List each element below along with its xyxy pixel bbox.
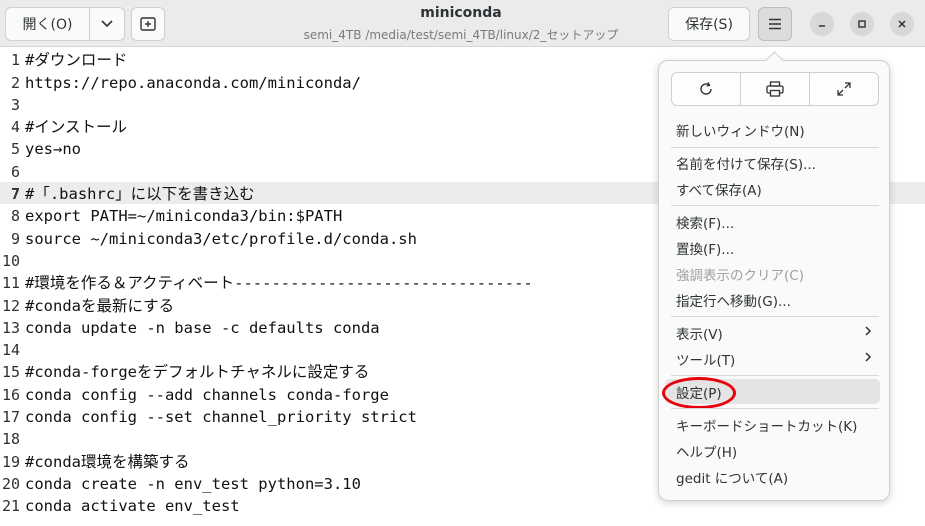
print-button[interactable]	[740, 73, 809, 105]
fullscreen-icon	[837, 82, 851, 96]
new-tab-button[interactable]	[131, 7, 165, 41]
maximize-icon	[858, 20, 866, 28]
line-number: 21	[1, 497, 20, 516]
line-text[interactable]: #conda環境を構築する	[22, 452, 190, 472]
menu-separator	[671, 408, 879, 409]
menu-item-new-window[interactable]: 新しいウィンドウ(N)	[665, 117, 880, 142]
line-text[interactable]: https://repo.anaconda.com/miniconda/	[22, 73, 361, 93]
line-text[interactable]: conda config --add channels conda-forge	[22, 385, 389, 405]
line-number: 2	[10, 73, 20, 92]
line-number: 6	[10, 162, 20, 181]
chevron-down-icon	[101, 20, 113, 28]
menu-item-save-all[interactable]: すべて保存(A)	[665, 176, 880, 201]
line-number: 16	[1, 385, 20, 404]
line-number: 14	[1, 341, 20, 360]
chevron-right-icon	[865, 352, 872, 362]
main-menu-button[interactable]	[758, 7, 792, 41]
minimize-icon	[819, 25, 825, 27]
line-text[interactable]: #環境を作る＆アクティベート--------------------------…	[22, 273, 533, 293]
menu-separator	[671, 147, 879, 148]
close-icon	[898, 20, 906, 28]
highlight-annotation-ring	[662, 377, 736, 409]
open-button-group[interactable]: 開く(O)	[5, 7, 125, 41]
line-text[interactable]: conda update -n base -c defaults conda	[22, 318, 380, 338]
reload-button[interactable]	[672, 73, 740, 105]
line-text[interactable]: conda activate env_test	[22, 496, 240, 516]
close-button[interactable]	[890, 12, 914, 36]
line-text[interactable]: yes→no	[22, 139, 81, 159]
line-number: 20	[1, 474, 20, 493]
header-bar: 開く(O) miniconda semi_4TB /media/test/sem…	[0, 0, 925, 47]
line-number: 9	[10, 229, 20, 248]
line-text[interactable]: #conda-forgeをデフォルトチャネルに設定する	[22, 362, 369, 382]
line-number: 3	[10, 95, 20, 114]
line-text[interactable]: #「.bashrc」に以下を書き込む	[22, 184, 255, 204]
menu-item-view[interactable]: 表示(V)	[665, 320, 880, 345]
hamburger-icon	[769, 18, 781, 30]
menu-item-replace[interactable]: 置換(F)...	[665, 235, 880, 260]
menu-separator	[671, 375, 879, 376]
line-number: 12	[1, 296, 20, 315]
line-number: 19	[1, 452, 20, 471]
line-number: 8	[10, 207, 20, 226]
open-dropdown-button[interactable]	[90, 8, 124, 40]
menu-item-help[interactable]: ヘルプ(H)	[665, 438, 880, 463]
menu-item-find[interactable]: 検索(F)...	[665, 209, 880, 234]
line-text[interactable]: export PATH=~/miniconda3/bin:$PATH	[22, 206, 342, 226]
line-text[interactable]: #condaを最新にする	[22, 296, 174, 316]
line-number: 7	[10, 185, 20, 204]
line-number: 18	[1, 430, 20, 449]
menu-item-save-as[interactable]: 名前を付けて保存(S)...	[665, 150, 880, 175]
menu-item-goto-line[interactable]: 指定行へ移動(G)...	[665, 287, 880, 312]
line-text[interactable]: conda create -n env_test python=3.10	[22, 474, 361, 494]
menu-item-tools[interactable]: ツール(T)	[665, 346, 880, 371]
line-text[interactable]: #インストール	[22, 117, 127, 137]
line-text[interactable]: conda config --set channel_priority stri…	[22, 407, 417, 427]
line-number: 1	[10, 51, 20, 70]
line-number: 15	[1, 363, 20, 382]
line-text[interactable]: source ~/miniconda3/etc/profile.d/conda.…	[22, 229, 417, 249]
line-number: 4	[10, 118, 20, 137]
window-subtitle: semi_4TB /media/test/semi_4TB/linux/2_セッ…	[303, 28, 619, 42]
minimize-button[interactable]	[810, 12, 834, 36]
new-tab-icon	[140, 17, 156, 31]
save-button[interactable]: 保存(S)	[668, 7, 750, 41]
menu-toolbar	[671, 72, 879, 106]
line-number: 17	[1, 408, 20, 427]
line-number: 13	[1, 318, 20, 337]
menu-item-tools-label: ツール(T)	[676, 352, 736, 369]
menu-item-view-label: 表示(V)	[676, 326, 723, 343]
line-number: 11	[1, 274, 20, 293]
fullscreen-button[interactable]	[809, 73, 878, 105]
menu-separator	[671, 205, 879, 206]
maximize-button[interactable]	[850, 12, 874, 36]
menu-item-about[interactable]: gedit について(A)	[665, 464, 880, 489]
main-menu-popover: 新しいウィンドウ(N) 名前を付けて保存(S)... すべて保存(A) 検索(F…	[658, 60, 890, 501]
open-button[interactable]: 開く(O)	[6, 8, 90, 40]
line-number: 10	[1, 251, 20, 270]
chevron-right-icon	[865, 326, 872, 336]
printer-icon	[766, 81, 784, 97]
window-title: miniconda	[420, 5, 502, 21]
menu-item-keyboard-shortcuts[interactable]: キーボードショートカット(K)	[665, 412, 880, 437]
menu-item-clear-highlight: 強調表示のクリア(C)	[676, 267, 804, 284]
line-number: 5	[10, 140, 20, 159]
reload-icon	[700, 82, 712, 95]
line-text[interactable]: #ダウンロード	[22, 50, 127, 70]
menu-separator	[671, 316, 879, 317]
